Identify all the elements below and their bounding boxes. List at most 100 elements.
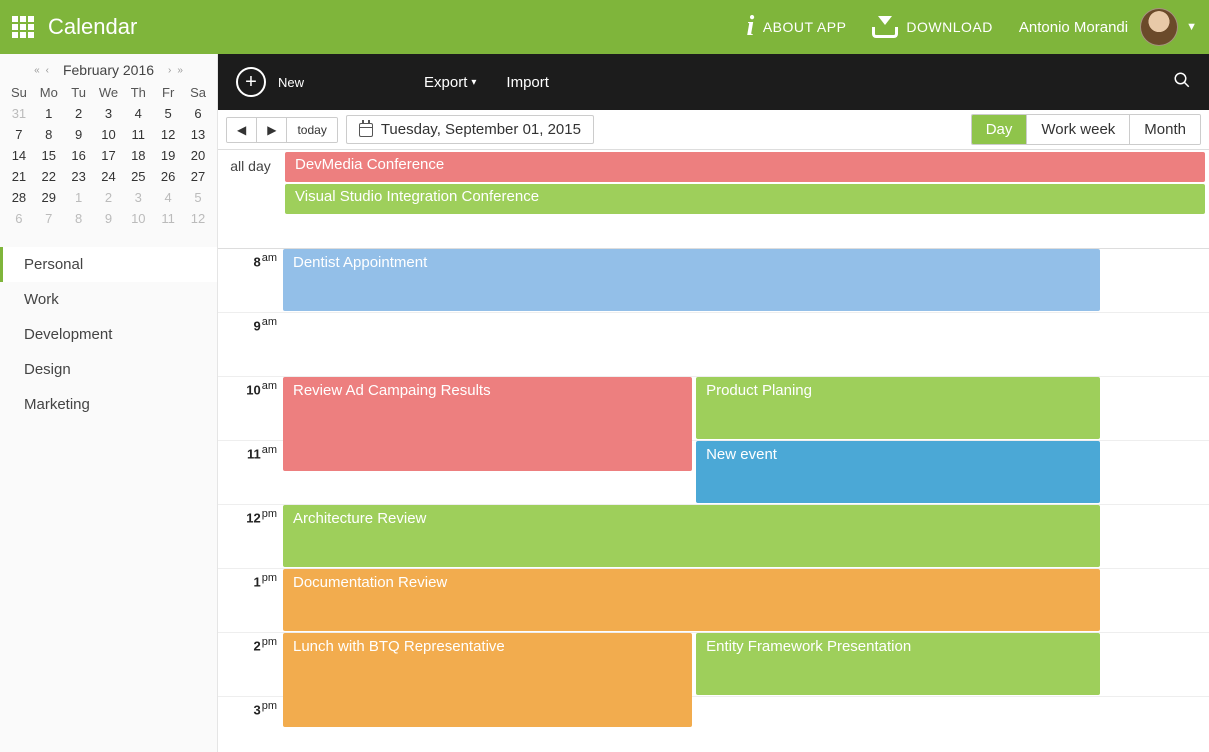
mini-next-month-icon[interactable]: › [168, 65, 171, 76]
mini-day-cell[interactable]: 21 [4, 166, 34, 187]
calendar-list-item[interactable]: Personal [0, 247, 217, 282]
mini-day-cell[interactable]: 10 [123, 208, 153, 229]
info-icon: i [747, 11, 755, 43]
mini-day-cell[interactable]: 13 [183, 124, 213, 145]
calendar-event[interactable]: Product Planing [696, 377, 1100, 439]
mini-day-cell[interactable]: 10 [94, 124, 124, 145]
mini-day-cell[interactable]: 6 [183, 103, 213, 124]
all-day-event[interactable]: Visual Studio Integration Conference [285, 184, 1205, 214]
calendar-event[interactable]: Dentist Appointment [283, 249, 1100, 311]
mini-day-cell[interactable]: 2 [64, 103, 94, 124]
mini-day-cell[interactable]: 19 [153, 145, 183, 166]
mini-day-cell[interactable]: 4 [153, 187, 183, 208]
mini-calendar-grid: SuMoTuWeThFrSa 3112345678910111213141516… [4, 82, 213, 229]
import-button[interactable]: Import [506, 74, 549, 91]
mini-day-cell[interactable]: 4 [123, 103, 153, 124]
mini-day-cell[interactable]: 7 [34, 208, 64, 229]
calendar-list: PersonalWorkDevelopmentDesignMarketing [0, 247, 217, 422]
mini-day-cell[interactable]: 22 [34, 166, 64, 187]
view-button[interactable]: Work week [1027, 115, 1130, 144]
mini-day-cell[interactable]: 5 [183, 187, 213, 208]
calendar-list-item[interactable]: Design [0, 352, 217, 387]
mini-day-cell[interactable]: 11 [153, 208, 183, 229]
mini-day-cell[interactable]: 15 [34, 145, 64, 166]
mini-day-cell[interactable]: 20 [183, 145, 213, 166]
mini-dow-header: Mo [34, 82, 64, 103]
hour-label: 12pm [218, 505, 283, 568]
mini-day-cell[interactable]: 1 [64, 187, 94, 208]
calendar-event[interactable]: Entity Framework Presentation [696, 633, 1100, 695]
mini-day-cell[interactable]: 23 [64, 166, 94, 187]
mini-day-cell[interactable]: 17 [94, 145, 124, 166]
mini-day-cell[interactable]: 12 [183, 208, 213, 229]
apps-grid-icon[interactable] [12, 16, 34, 38]
mini-day-cell[interactable]: 7 [4, 124, 34, 145]
mini-day-cell[interactable]: 8 [34, 124, 64, 145]
prev-day-button[interactable]: ◀ [227, 118, 257, 142]
search-icon [1173, 71, 1191, 89]
view-button[interactable]: Month [1130, 115, 1200, 144]
mini-day-cell[interactable]: 14 [4, 145, 34, 166]
next-day-button[interactable]: ▶ [257, 118, 287, 142]
user-name[interactable]: Antonio Morandi [1019, 19, 1128, 36]
mini-dow-header: Sa [183, 82, 213, 103]
mini-next-year-icon[interactable]: » [177, 65, 183, 76]
mini-day-cell[interactable]: 9 [64, 124, 94, 145]
mini-day-cell[interactable]: 2 [94, 187, 124, 208]
calendar-list-item[interactable]: Work [0, 282, 217, 317]
mini-day-cell[interactable]: 3 [94, 103, 124, 124]
mini-day-cell[interactable]: 25 [123, 166, 153, 187]
mini-calendar: « ‹ February 2016 › » SuMoTuWeThFrSa 311… [0, 54, 217, 237]
new-button[interactable]: + New [236, 67, 304, 97]
avatar[interactable] [1140, 8, 1178, 46]
mini-day-cell[interactable]: 9 [94, 208, 124, 229]
mini-day-cell[interactable]: 27 [183, 166, 213, 187]
calendar-event[interactable]: New event [696, 441, 1100, 503]
calendar-list-item[interactable]: Marketing [0, 387, 217, 422]
mini-day-cell[interactable]: 11 [123, 124, 153, 145]
date-display[interactable]: Tuesday, September 01, 2015 [346, 115, 594, 144]
time-grid-scroll[interactable]: 8am9am10am11am12pm1pm2pm3pmDentist Appoi… [218, 249, 1209, 752]
export-button[interactable]: Export ▾ [424, 74, 476, 91]
download-link[interactable]: DOWNLOAD [872, 16, 992, 38]
mini-calendar-month[interactable]: February 2016 [63, 62, 154, 78]
mini-calendar-nav: « ‹ February 2016 › » [4, 58, 213, 82]
mini-dow-header: We [94, 82, 124, 103]
user-menu-caret-icon[interactable]: ▼ [1186, 21, 1197, 33]
hour-label: 10am [218, 377, 283, 440]
mini-day-cell[interactable]: 29 [34, 187, 64, 208]
mini-day-cell[interactable]: 24 [94, 166, 124, 187]
mini-day-cell[interactable]: 6 [4, 208, 34, 229]
calendar-event[interactable]: Lunch with BTQ Representative [283, 633, 692, 727]
hour-label: 1pm [218, 569, 283, 632]
app-header: Calendar i ABOUT APP DOWNLOAD Antonio Mo… [0, 0, 1209, 54]
plus-icon: + [236, 67, 266, 97]
mini-prev-year-icon[interactable]: « [34, 65, 40, 76]
mini-day-cell[interactable]: 12 [153, 124, 183, 145]
mini-day-cell[interactable]: 31 [4, 103, 34, 124]
mini-day-cell[interactable]: 1 [34, 103, 64, 124]
mini-day-cell[interactable]: 16 [64, 145, 94, 166]
calendar-event[interactable]: Review Ad Campaing Results [283, 377, 692, 471]
mini-day-cell[interactable]: 3 [123, 187, 153, 208]
calendar-list-item[interactable]: Development [0, 317, 217, 352]
mini-day-cell[interactable]: 18 [123, 145, 153, 166]
mini-prev-month-icon[interactable]: ‹ [46, 65, 49, 76]
all-day-event[interactable]: DevMedia Conference [285, 152, 1205, 182]
about-app-link[interactable]: i ABOUT APP [747, 11, 847, 43]
app-title: Calendar [48, 14, 137, 40]
hour-label: 3pm [218, 697, 283, 752]
calendar-event[interactable]: Architecture Review [283, 505, 1100, 567]
today-button[interactable]: today [287, 118, 336, 142]
calendar-event[interactable]: Documentation Review [283, 569, 1100, 631]
chevron-down-icon: ▾ [471, 77, 476, 88]
hour-label: 8am [218, 249, 283, 312]
mini-day-cell[interactable]: 26 [153, 166, 183, 187]
view-button[interactable]: Day [972, 115, 1028, 144]
mini-dow-header: Tu [64, 82, 94, 103]
mini-day-cell[interactable]: 8 [64, 208, 94, 229]
mini-day-cell[interactable]: 5 [153, 103, 183, 124]
import-label: Import [506, 74, 549, 91]
search-button[interactable] [1173, 71, 1191, 94]
mini-day-cell[interactable]: 28 [4, 187, 34, 208]
